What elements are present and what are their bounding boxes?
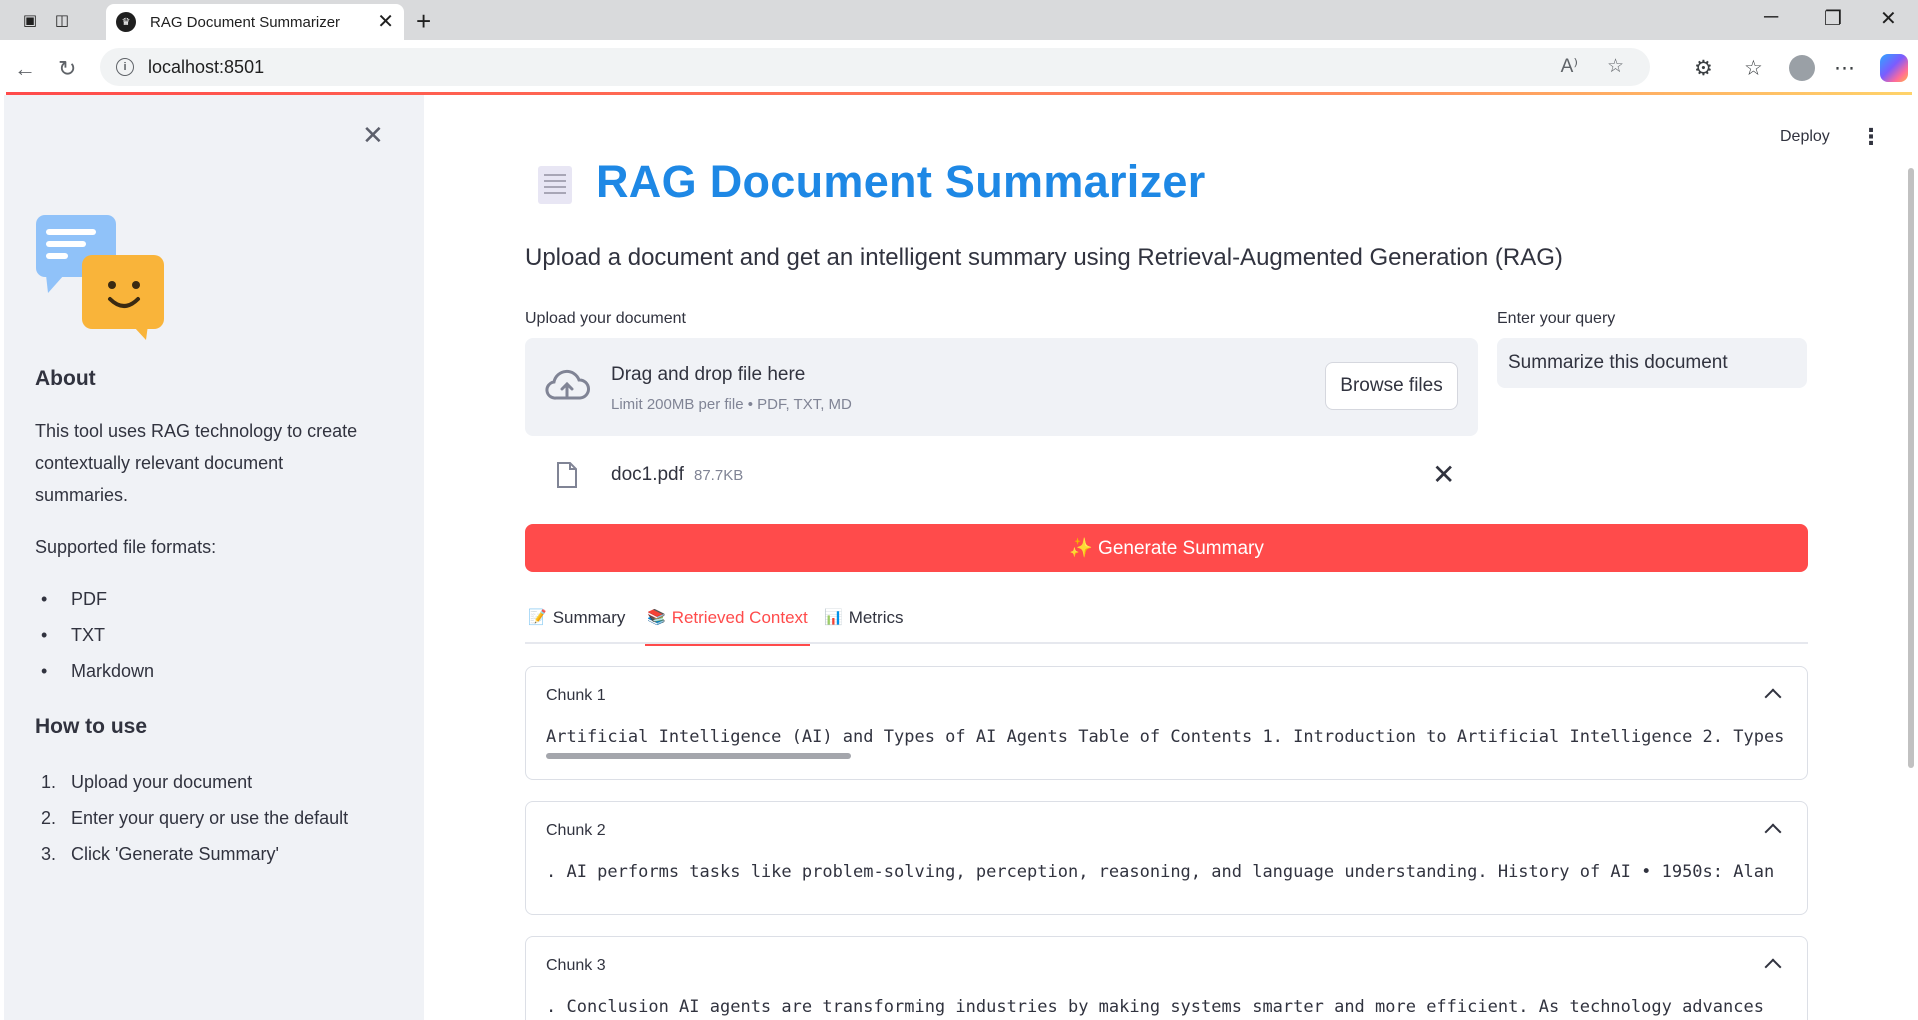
sidebar-close-icon[interactable]: ✕ bbox=[362, 120, 384, 151]
chunk-text: Artificial Intelligence (AI) and Types o… bbox=[546, 727, 1785, 747]
page-scrollbar[interactable] bbox=[1908, 168, 1914, 768]
url-text: localhost:8501 bbox=[148, 56, 265, 77]
memo-icon: 📝 bbox=[528, 609, 547, 626]
page-subtitle: Upload a document and get an intelligent… bbox=[525, 244, 1563, 271]
dropzone-title: Drag and drop file here bbox=[611, 364, 806, 385]
document-icon bbox=[538, 166, 572, 204]
result-tabs: 📝 Summary 📚 Retrieved Context 📊 Metrics bbox=[525, 602, 1808, 646]
tab-retrieved-context[interactable]: 📚 Retrieved Context bbox=[645, 608, 810, 646]
chat-mascot-icon bbox=[36, 215, 164, 340]
list-item: 3. Click 'Generate Summary' bbox=[41, 843, 279, 864]
about-text: This tool uses RAG technology to create … bbox=[35, 421, 358, 505]
howto-heading: How to use bbox=[35, 715, 148, 738]
chunk-expander[interactable]: Chunk 2 . AI performs tasks like problem… bbox=[525, 801, 1808, 915]
more-menu-icon[interactable]: ⋯ bbox=[1834, 56, 1855, 81]
read-aloud-icon[interactable]: A⁾ bbox=[1561, 55, 1578, 78]
list-item: • TXT bbox=[41, 624, 105, 645]
chunk-title: Chunk 1 bbox=[546, 687, 606, 704]
new-tab-icon[interactable]: + bbox=[416, 6, 431, 37]
workspaces-icon[interactable]: ▣ bbox=[18, 8, 42, 32]
refresh-icon[interactable]: ↻ bbox=[58, 56, 76, 82]
chunk-text: . Conclusion AI agents are transforming … bbox=[546, 997, 1764, 1017]
chevron-up-icon[interactable] bbox=[1764, 823, 1782, 841]
profile-avatar[interactable] bbox=[1789, 55, 1815, 81]
uploaded-file-size: 87.7KB bbox=[694, 467, 744, 484]
formats-list: • PDF • TXT • Markdown bbox=[35, 581, 154, 689]
back-icon[interactable]: ← bbox=[14, 56, 36, 82]
favorites-icon[interactable]: ☆ bbox=[1744, 56, 1763, 81]
upload-cloud-icon bbox=[545, 369, 590, 400]
tab-metrics[interactable]: 📊 Metrics bbox=[824, 608, 903, 644]
sidebar: ✕ About This tool uses RAG technology to… bbox=[4, 95, 424, 1020]
upload-label: Upload your document bbox=[525, 310, 686, 327]
chevron-up-icon[interactable] bbox=[1764, 688, 1782, 706]
browse-files-button[interactable]: Browse files bbox=[1325, 362, 1458, 410]
chunk-expander[interactable]: Chunk 3 . Conclusion AI agents are trans… bbox=[525, 936, 1808, 1020]
restore-icon[interactable]: ❐ bbox=[1824, 6, 1842, 31]
file-icon bbox=[557, 462, 577, 488]
browser-tab-bar: ▣ ◫ ♛ RAG Document Summarizer ✕ + ─ ❐ ✕ bbox=[0, 0, 1918, 40]
copilot-icon[interactable] bbox=[1880, 54, 1908, 82]
tab-summary[interactable]: 📝 Summary bbox=[528, 608, 625, 644]
main-menu-icon[interactable]: ⋮ bbox=[1860, 124, 1882, 150]
steps-list: 1. Upload your document 2. Enter your quer… bbox=[35, 764, 348, 872]
chunk-title: Chunk 2 bbox=[546, 822, 606, 839]
chevron-up-icon[interactable] bbox=[1764, 958, 1782, 976]
list-item: • Markdown bbox=[41, 660, 155, 681]
uploaded-file-name: doc1.pdf bbox=[611, 464, 684, 485]
site-info-icon[interactable]: i bbox=[116, 58, 134, 76]
formats-label: Supported file formats: bbox=[35, 537, 217, 557]
chunk-scrollbar[interactable] bbox=[546, 753, 851, 759]
list-item: 1. Upload your document bbox=[41, 771, 253, 792]
url-bar[interactable]: i localhost:8501 A⁾ ☆ bbox=[100, 48, 1650, 86]
deploy-button[interactable]: Deploy bbox=[1780, 128, 1830, 146]
page-title: RAG Document Summarizer bbox=[596, 156, 1206, 207]
generate-summary-button[interactable]: ✨ Generate Summary bbox=[525, 524, 1808, 572]
list-item: • PDF bbox=[41, 588, 107, 609]
chunk-text: . AI performs tasks like problem-solving… bbox=[546, 862, 1775, 882]
tab-title: RAG Document Summarizer bbox=[150, 13, 341, 31]
tab-close-icon[interactable]: ✕ bbox=[377, 12, 394, 32]
books-icon: 📚 bbox=[647, 609, 666, 626]
dropzone-limit: Limit 200MB per file • PDF, TXT, MD bbox=[611, 396, 852, 413]
streamlit-favicon-icon: ♛ bbox=[116, 12, 136, 32]
window-close-icon[interactable]: ✕ bbox=[1880, 6, 1897, 31]
query-label: Enter your query bbox=[1497, 310, 1616, 327]
browser-tab[interactable]: ♛ RAG Document Summarizer ✕ bbox=[106, 4, 404, 40]
query-input[interactable] bbox=[1497, 338, 1807, 388]
favorite-star-icon[interactable]: ☆ bbox=[1607, 55, 1624, 78]
vertical-tabs-icon[interactable]: ◫ bbox=[50, 8, 74, 32]
chunk-title: Chunk 3 bbox=[546, 957, 606, 974]
minimize-icon[interactable]: ─ bbox=[1764, 6, 1778, 29]
bar-chart-icon: 📊 bbox=[824, 609, 843, 626]
extensions-icon[interactable]: ⚙ bbox=[1694, 56, 1713, 81]
chunk-expander[interactable]: Chunk 1 Artificial Intelligence (AI) and… bbox=[525, 666, 1808, 780]
about-heading: About bbox=[35, 367, 96, 390]
list-item: 2. Enter your query or use the default bbox=[41, 807, 349, 828]
remove-file-icon[interactable]: ✕ bbox=[1432, 458, 1455, 491]
